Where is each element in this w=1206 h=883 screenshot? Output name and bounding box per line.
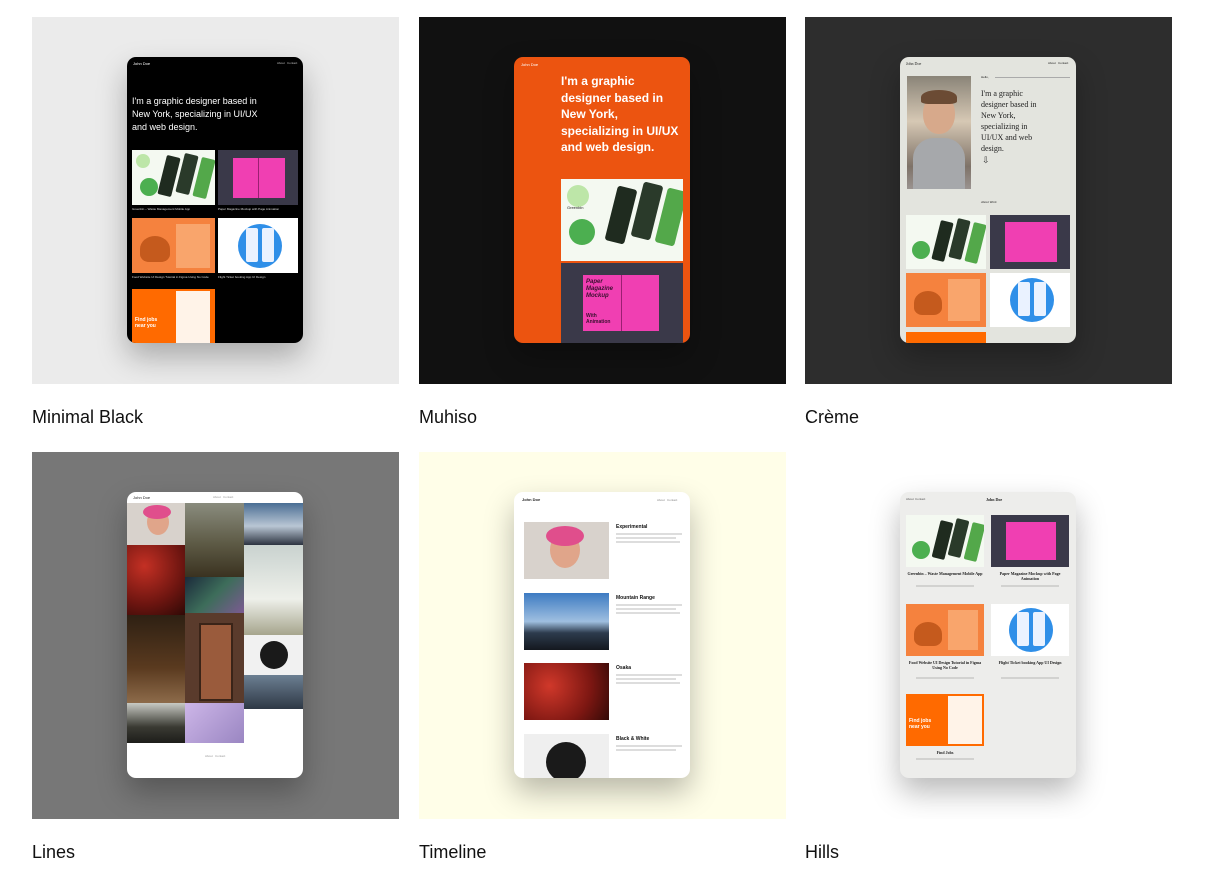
preview-device: About Contact John Doe Greenbin – Waste … [900,492,1076,778]
project-title-greenbin: Greenbin – Waste Management Mobile App [132,207,191,211]
leaf-icon [140,178,158,196]
project-title-magazine: Paper Magazine Mockup with Page Animatio… [218,207,280,211]
project-jobs-art: Find jobs near you [909,718,932,730]
preview-device: John Doe I'm a graphic designer based in… [514,57,690,343]
preview-device: John Doe About Contact Experimental Moun… [514,492,690,778]
project-thumb-magazine: Paper Magazine Mockup With Animation [561,263,683,343]
project-thumb-magazine [991,515,1069,567]
preview-nav-contact: Contact [287,61,298,65]
photo-aurora [185,577,244,613]
preview-nav-about: About [906,497,914,501]
photo-landscape [185,503,244,577]
preview-about-work: About Work [981,200,997,204]
photo-plant [244,635,303,675]
project-thumb-flight [218,218,298,273]
preview-nav-contact: Contact [223,495,234,499]
preview-footer-contact: Contact [215,754,226,758]
template-card-creme[interactable]: John Doe About Contact Hello, I'm a grap… [805,17,1172,384]
preview-nav-contact: Contact [915,497,926,501]
preview-hello: Hello, [981,75,989,79]
project-title-flight: Flight Ticket booking App UI Design [998,660,1062,665]
leaf-icon [569,219,595,245]
project-thumb-flight [991,604,1069,656]
template-name-timeline[interactable]: Timeline [419,842,486,863]
template-card-minimal-black[interactable]: John Doe About Contact I'm a graphic des… [32,17,399,384]
timeline-title-2: Osaka [616,665,632,671]
template-card-lines[interactable]: John Doe About Contact About Contact [32,452,399,819]
project-thumb-greenbin [906,215,986,269]
project-title-food: Food Website UI Design Tutorial in Figma… [132,275,209,279]
project-thumb-food [906,604,984,656]
template-card-timeline[interactable]: John Doe About Contact Experimental Moun… [419,452,786,819]
project-thumb-jobs [906,332,986,343]
project-title-jobs: Find Jobs [936,750,954,755]
photo-daruma [127,545,185,615]
project-title-greenbin: Greenbin – Waste Management Mobile App [907,571,983,576]
preview-nav-contact: Contact [1058,61,1069,65]
template-name-muhiso[interactable]: Muhiso [419,407,477,428]
preview-author: John Doe [521,62,539,67]
preview-footer-about: About [205,754,213,758]
preview-author: John Doe [133,495,151,500]
photo-coffee [127,615,185,703]
timeline-photo-1 [524,593,609,650]
project-animation-art: With Animation [586,313,611,325]
timeline-title-3: Black & White [616,736,650,742]
project-thumb-food [132,218,215,273]
project-thumb-flight [990,273,1070,327]
project-title-food: Food Website UI Design Tutorial in Figma… [908,660,982,670]
preview-headline: I'm a graphic designer based in New York… [981,89,1037,153]
preview-device: John Doe About Contact Hello, I'm a grap… [900,57,1076,343]
template-name-creme[interactable]: Crème [805,407,859,428]
preview-author: John Doe [906,61,922,66]
photo-pink-hair [127,503,185,545]
timeline-photo-2 [524,663,609,720]
photo-purple [185,703,244,743]
project-thumb-greenbin: Greenbin [561,179,683,261]
preview-nav-contact: Contact [667,498,678,502]
project-thumb-magazine [218,150,298,205]
project-title-flight: Flight Ticket booking App UI Design [218,275,266,279]
project-thumb-jobs: Find jobs near you [906,694,984,746]
project-magazine-art: Paper Magazine Mockup [586,279,614,299]
project-thumb-food [906,273,986,327]
project-jobs-art: Find jobs near you [135,317,158,329]
project-thumb-greenbin [132,150,215,205]
project-title-magazine: Paper Magazine Mockup with Page Animatio… [999,571,1061,581]
photo-door [185,613,244,703]
preview-nav-about: About [1048,61,1056,65]
template-name-lines[interactable]: Lines [32,842,75,863]
preview-nav-about: About [657,498,665,502]
project-greenbin-art: Greenbin [567,205,584,210]
photo-coast [127,703,185,743]
photo-mountains [244,503,303,545]
template-name-hills[interactable]: Hills [805,842,839,863]
preview-author: John Doe [133,61,151,66]
photo-street [244,675,303,709]
preview-author: John Doe [522,497,541,502]
timeline-photo-0 [524,522,609,579]
photo-sky [244,545,303,635]
template-card-hills[interactable]: About Contact John Doe Greenbin – Waste … [805,452,1172,819]
timeline-title-0: Experimental [616,524,648,530]
arrow-down-icon: ⇩ [982,155,990,165]
preview-nav-about: About [213,495,221,499]
template-name-minimal-black[interactable]: Minimal Black [32,407,143,428]
portrait-photo [907,76,971,189]
project-thumb-magazine [990,215,1070,269]
preview-headline: I'm a graphic designer based in New York… [561,74,679,154]
leaf-icon [912,541,930,559]
preview-author: John Doe [986,497,1003,502]
preview-device: John Doe About Contact I'm a graphic des… [127,57,303,343]
timeline-photo-3 [524,734,609,778]
timeline-title-1: Mountain Range [616,595,655,601]
template-card-muhiso[interactable]: John Doe I'm a graphic designer based in… [419,17,786,384]
preview-nav-about: About [277,61,285,65]
preview-device: John Doe About Contact About Contact [127,492,303,778]
project-thumb-jobs: Find jobs near you [132,289,215,343]
preview-headline: I'm a graphic designer based in New York… [132,96,258,132]
project-thumb-greenbin [906,515,984,567]
leaf-icon [912,241,930,259]
